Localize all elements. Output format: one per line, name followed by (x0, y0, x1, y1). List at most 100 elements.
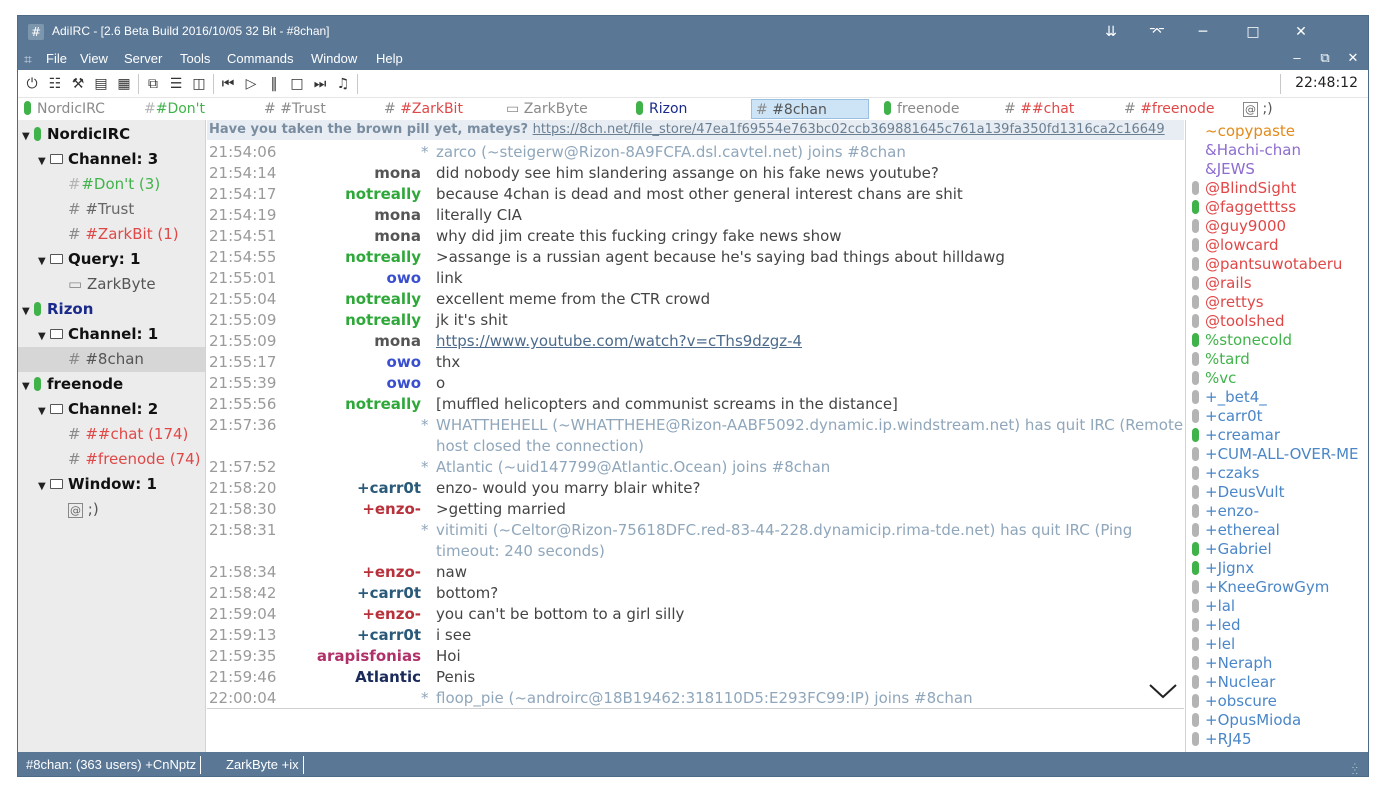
expand-arrow-icon[interactable]: ▼ (22, 374, 34, 399)
tree-query-zarkbyte[interactable]: ▭ ZarkByte (68, 272, 205, 297)
nick-list-item[interactable]: %tard (1192, 350, 1250, 369)
expand-arrow-icon[interactable]: ▼ (38, 399, 50, 424)
maximize-button[interactable]: □ (1230, 16, 1276, 48)
menu-help[interactable]: Help (376, 51, 403, 66)
mdi-restore-button[interactable]: ⧉ (1315, 50, 1335, 66)
double-chevron-down-icon[interactable]: ⇊ (1088, 16, 1134, 48)
stop-icon[interactable]: □ (288, 75, 306, 93)
tree-group-channels[interactable]: ▼ Channel: 1 (38, 322, 205, 349)
message-nick[interactable]: notreally (345, 310, 421, 331)
tree-channel-freenode[interactable]: # #freenode (74) (68, 447, 205, 472)
tab-trust[interactable]: # #Trust (264, 99, 374, 119)
message-nick[interactable]: +enzo- (362, 499, 421, 520)
message-nick[interactable]: notreally (345, 394, 421, 415)
mdi-close-button[interactable]: ✕ (1343, 50, 1363, 66)
nick-list-item[interactable]: +Neraph (1192, 654, 1272, 673)
nick-list-item[interactable]: @lowcard (1192, 236, 1278, 255)
nick-list-item[interactable]: +creamar (1192, 426, 1280, 445)
tab-8chan[interactable]: # #8chan (751, 99, 869, 119)
tree-group-windows[interactable]: ▼ Window: 1 (38, 472, 205, 499)
menu-server[interactable]: Server (124, 51, 162, 66)
list-icon[interactable]: ☷ (46, 75, 64, 93)
nick-list-item[interactable]: +KneeGrowGym (1192, 578, 1329, 597)
message-nick[interactable]: notreally (345, 247, 421, 268)
message-nick[interactable]: notreally (345, 184, 421, 205)
tree-channel-dont[interactable]: # #Don't (3) (68, 172, 205, 197)
message-nick[interactable]: Atlantic (355, 667, 421, 688)
tools-icon[interactable]: ⚒ (69, 75, 87, 93)
previous-track-icon[interactable]: ⏮ (219, 75, 237, 93)
menu-view[interactable]: View (80, 51, 108, 66)
nick-list-item[interactable]: +Gabriel (1192, 540, 1272, 559)
nick-list-item[interactable]: +ethereal (1192, 521, 1280, 540)
expand-arrow-icon[interactable]: ▼ (38, 249, 50, 274)
tree-group-queries[interactable]: ▼ Query: 1 (38, 247, 205, 274)
nick-list-item[interactable]: +CUM-ALL-OVER-ME (1192, 445, 1359, 464)
nick-list-item[interactable]: +enzo- (1192, 502, 1259, 521)
expand-arrow-icon[interactable]: ▼ (22, 124, 34, 149)
nick-list-item[interactable]: &JEWS (1192, 160, 1255, 179)
tree-channel-zarkbit[interactable]: # #ZarkBit (1) (68, 222, 205, 247)
nick-list-item[interactable]: @BlindSight (1192, 179, 1296, 198)
message-nick[interactable]: owo (387, 373, 421, 394)
resize-grip-icon[interactable]: ∴ ∴ (1352, 762, 1364, 777)
tile-vertical-icon[interactable]: ◫ (190, 75, 208, 93)
message-nick[interactable]: notreally (345, 289, 421, 310)
nick-list-item[interactable]: +lel (1192, 635, 1235, 654)
nick-list-item[interactable]: %vc (1192, 369, 1236, 388)
message-link[interactable]: https://www.youtube.com/watch?v=cThs9dzg… (436, 331, 802, 352)
nick-list-item[interactable]: +OpusMioda (1192, 711, 1301, 730)
message-nick[interactable]: +carr0t (357, 625, 421, 646)
menu-tools[interactable]: Tools (180, 51, 210, 66)
tree-group-channels[interactable]: ▼ Channel: 2 (38, 397, 205, 424)
playlist-icon[interactable]: ♫ (334, 75, 352, 93)
tab-freenode[interactable]: freenode (884, 99, 994, 119)
minimize-button[interactable]: ─ (1180, 16, 1226, 48)
expand-arrow-icon[interactable]: ▼ (38, 149, 50, 174)
tree-server-rizon[interactable]: ▼ Rizon (22, 297, 205, 322)
message-nick[interactable]: arapisfonias (317, 646, 421, 667)
tab-rizon[interactable]: Rizon (636, 99, 746, 119)
nick-list-item[interactable]: @guy9000 (1192, 217, 1286, 236)
menu-commands[interactable]: Commands (227, 51, 293, 66)
power-icon[interactable]: ⏻ (23, 75, 41, 93)
nick-list-item[interactable]: +DeusVult (1192, 483, 1284, 502)
nick-list-item[interactable]: +_bet4_ (1192, 388, 1267, 407)
message-nick[interactable]: mona (374, 331, 421, 352)
nick-list-item[interactable]: @rettys (1192, 293, 1264, 312)
nick-list-item[interactable]: +RJ45 (1192, 730, 1252, 749)
expand-arrow-icon[interactable]: ▼ (38, 474, 50, 499)
cascade-windows-icon[interactable]: ⧉ (144, 75, 162, 93)
message-nick[interactable]: +carr0t (357, 583, 421, 604)
topic-link[interactable]: https://8ch.net/file_store/47ea1f69554e7… (533, 122, 1165, 137)
tab-window[interactable]: @ ;) (1243, 99, 1303, 119)
tree-server-nordicirc[interactable]: ▼ NordicIRC (22, 122, 205, 149)
nick-list[interactable]: ~copypaste &Hachi-chan &JEWS @BlindSight @fa… (1185, 120, 1368, 752)
pin-icon[interactable]: ⌤ (1134, 16, 1180, 48)
message-nick[interactable]: mona (374, 226, 421, 247)
nick-list-item[interactable]: @faggetttss (1192, 198, 1296, 217)
message-input[interactable] (207, 708, 1184, 752)
tree-window-custom[interactable]: @ ;) (68, 497, 205, 522)
nick-list-item[interactable]: +lal (1192, 597, 1235, 616)
nick-list-item[interactable]: @rails (1192, 274, 1252, 293)
tree-server-freenode[interactable]: ▼ freenode (22, 372, 205, 399)
close-button[interactable]: ✕ (1278, 16, 1324, 48)
tree-channel-chat[interactable]: # ##chat (174) (68, 422, 205, 447)
message-nick[interactable]: +carr0t (357, 478, 421, 499)
play-icon[interactable]: ▷ (242, 75, 260, 93)
tab-freenode-channel[interactable]: # #freenode (1124, 99, 1239, 119)
nick-list-item[interactable]: %stonecold (1192, 331, 1292, 350)
notes-icon[interactable]: ▦ (115, 75, 133, 93)
nick-list-item[interactable]: +Nuclear (1192, 673, 1275, 692)
nick-list-item[interactable]: @pantsuwotaberu (1192, 255, 1342, 274)
expand-arrow-icon[interactable]: ▼ (38, 324, 50, 349)
tab-dont[interactable]: ##Don't (144, 99, 254, 119)
nick-list-item[interactable]: @toolshed (1192, 312, 1284, 331)
next-track-icon[interactable]: ⏭ (311, 75, 329, 93)
tab-nordicirc[interactable]: NordicIRC (24, 99, 134, 119)
nick-list-item[interactable]: ~copypaste (1192, 122, 1295, 141)
nick-list-item[interactable]: &Hachi-chan (1192, 141, 1301, 160)
pause-icon[interactable]: ‖ (265, 75, 283, 93)
nick-list-item[interactable]: +led (1192, 616, 1241, 635)
